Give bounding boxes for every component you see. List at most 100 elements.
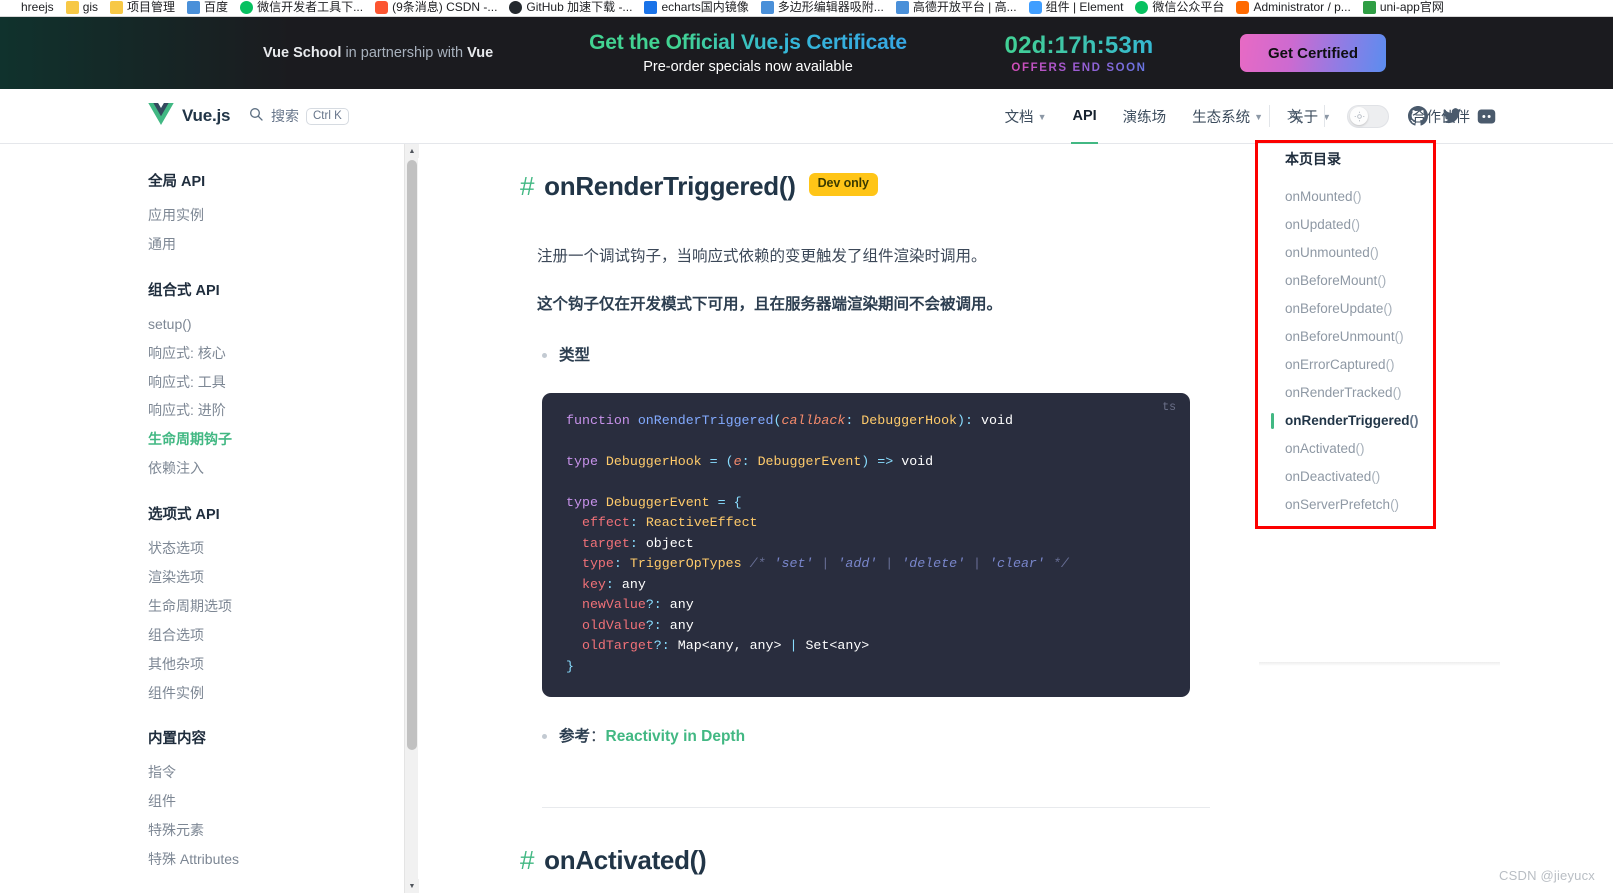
sidebar-scrollbar[interactable]: ▲ ▼	[404, 144, 419, 893]
bookmark-label: (9条消息) CSDN -...	[392, 0, 498, 14]
sidebar-item-components[interactable]: 组件	[148, 787, 403, 816]
scroll-up-arrow-icon[interactable]: ▲	[405, 144, 419, 158]
bookmark-label: 微信公众平台	[1152, 0, 1225, 14]
nav-item-docs[interactable]: 文档 ▼	[992, 89, 1060, 144]
uniapp-icon	[1362, 1, 1376, 14]
sidebar-item-dependency-injection[interactable]: 依赖注入	[148, 454, 403, 483]
gitlab-icon	[1236, 1, 1250, 14]
bookmark-item[interactable]: 组件 | Element	[1028, 0, 1123, 16]
code-content: function onRenderTriggered(callback: Deb…	[566, 412, 1069, 674]
toc-item-onerrorcaptured[interactable]: onErrorCaptured()	[1285, 350, 1491, 378]
type-label: 类型	[559, 346, 591, 364]
sidebar-item-composition-options[interactable]: 组合选项	[148, 621, 403, 650]
brand-logo-link[interactable]: Vue.js	[148, 102, 231, 130]
anchor-hash-icon[interactable]: #	[520, 845, 534, 876]
code-language-label: ts	[1162, 400, 1176, 414]
nav-item-label: 演练场	[1122, 109, 1167, 126]
bookmark-item[interactable]: 高德开放平台 | 高...	[895, 0, 1017, 16]
sidebar-item-reactivity-core[interactable]: 响应式: 核心	[148, 339, 403, 368]
see-also-list: 参考：Reactivity in Depth	[520, 723, 1194, 751]
github-icon[interactable]	[1401, 99, 1435, 133]
sidebar-item-reactivity-advanced[interactable]: 响应式: 进阶	[148, 396, 403, 425]
sidebar-item-reactivity-utils[interactable]: 响应式: 工具	[148, 368, 403, 397]
bookmark-item[interactable]: 多边形编辑器吸附...	[760, 0, 884, 16]
promo-banner[interactable]: Vue School in partnership with Vue Get t…	[0, 17, 1613, 89]
sidebar-item-app-instance[interactable]: 应用实例	[148, 201, 403, 230]
folder-icon	[65, 1, 79, 14]
bookmark-item[interactable]: GitHub 加速下载 -...	[509, 0, 632, 16]
sidebar-group: 内置内容 指令 组件 特殊元素 特殊 Attributes	[148, 727, 403, 874]
scroll-down-arrow-icon[interactable]: ▼	[405, 879, 419, 893]
scrollbar-thumb[interactable]	[407, 160, 417, 750]
nav-item-api[interactable]: API	[1059, 89, 1109, 144]
get-certified-button[interactable]: Get Certified	[1240, 34, 1386, 72]
sidebar-item-misc-options[interactable]: 其他杂项	[148, 650, 403, 679]
next-section-title-text: onActivated()	[544, 845, 707, 876]
bookmark-item[interactable]: 微信公众平台	[1135, 0, 1224, 16]
browser-bookmark-bar[interactable]: hreejs gis 项目管理 百度 微信开发者工具下... (9条消息) CS…	[0, 0, 1613, 17]
bookmark-label: 项目管理	[127, 0, 176, 14]
discord-icon[interactable]	[1469, 99, 1503, 133]
brand-name: Vue.js	[182, 106, 231, 125]
sidebar-item-lifecycle-hooks[interactable]: 生命周期钩子	[148, 425, 403, 454]
sidebar-item-directives[interactable]: 指令	[148, 758, 403, 787]
toc-item-ondeactivated[interactable]: onDeactivated()	[1285, 462, 1491, 490]
dev-only-badge: Dev only	[808, 172, 878, 196]
toc-title: 本页目录	[1285, 151, 1341, 167]
svg-text:A: A	[1296, 116, 1302, 125]
sidebar-item-general[interactable]: 通用	[148, 230, 403, 259]
wechat-icon	[240, 1, 254, 14]
bookmark-label: Administrator / p...	[1253, 0, 1351, 14]
code-block[interactable]: ts function onRenderTriggered(callback: …	[542, 392, 1190, 698]
promo-subtitle: Pre-order specials now available	[643, 59, 853, 75]
bookmark-item[interactable]: 微信开发者工具下...	[240, 0, 363, 16]
sidebar-item-state-options[interactable]: 状态选项	[148, 534, 403, 563]
bookmark-item[interactable]: 百度	[187, 0, 228, 16]
main-content: # onRenderTriggered() Dev only 注册一个调试钩子，…	[419, 144, 1254, 893]
sidebar-item-render-options[interactable]: 渲染选项	[148, 563, 403, 592]
see-also-label: 参考	[559, 728, 591, 746]
bookmark-item[interactable]: (9条消息) CSDN -...	[375, 0, 497, 16]
countdown-caption: OFFERS END SOON	[994, 62, 1164, 74]
toc-item-onbeforeunmount[interactable]: onBeforeUnmount()	[1285, 322, 1491, 350]
bookmark-item[interactable]: uni-app官网	[1362, 0, 1444, 16]
toc-item-onmounted[interactable]: onMounted()	[1285, 182, 1491, 210]
sidebar-group-title: 组合式 API	[148, 282, 220, 299]
sidebar-item-special-elements[interactable]: 特殊元素	[148, 816, 403, 845]
amap-icon	[895, 1, 909, 14]
sidebar-item-special-attributes[interactable]: 特殊 Attributes	[148, 845, 403, 874]
twitter-icon[interactable]	[1435, 99, 1469, 133]
toc-item-onactivated[interactable]: onActivated()	[1285, 434, 1491, 462]
anchor-hash-icon[interactable]: #	[520, 170, 534, 203]
bookmark-label: uni-app官网	[1379, 0, 1444, 14]
sidebar-item-lifecycle-options[interactable]: 生命周期选项	[148, 592, 403, 621]
theme-toggle-knob	[1350, 107, 1368, 125]
countdown-value: 02d:17h:53m	[994, 32, 1164, 60]
theme-toggle-switch[interactable]	[1347, 104, 1389, 128]
toc-item-onunmounted[interactable]: onUnmounted()	[1285, 238, 1491, 266]
toc-item-onserverprefetch[interactable]: onServerPrefetch()	[1285, 490, 1491, 518]
bookmark-item[interactable]: 项目管理	[110, 0, 175, 16]
toc-item-onbeforeupdate[interactable]: onBeforeUpdate()	[1285, 294, 1491, 322]
promo-message: Get the Official Vue.js Certificate Pre-…	[586, 31, 910, 75]
sidebar-item-setup[interactable]: setup()	[148, 310, 403, 339]
nav-item-playground[interactable]: 演练场	[1110, 89, 1180, 144]
translate-icon[interactable]: 文A	[1280, 99, 1314, 133]
toc-item-onrendertriggered[interactable]: onRenderTriggered()	[1271, 406, 1491, 434]
promo-partnership-text: Vue School in partnership with Vue	[263, 45, 493, 61]
sidebar-item-component-instance[interactable]: 组件实例	[148, 679, 403, 708]
table-of-contents: 本页目录 onMounted() onUpdated() onUnmounted…	[1259, 144, 1491, 893]
sidebar-group: 选项式 API 状态选项 渲染选项 生命周期选项 组合选项 其他杂项 组件实例	[148, 503, 403, 707]
bookmark-item[interactable]: echarts国内镜像	[644, 0, 749, 16]
page-title-text: onRenderTriggered()	[544, 171, 796, 201]
search-button[interactable]: 搜索 Ctrl K	[248, 106, 349, 127]
toc-item-onbeforemount[interactable]: onBeforeMount()	[1285, 266, 1491, 294]
toc-item-onrendertracked[interactable]: onRenderTracked()	[1285, 378, 1491, 406]
bookmark-item[interactable]: Administrator / p...	[1236, 0, 1351, 16]
promo-partner-brand: Vue	[467, 45, 494, 61]
see-also-link[interactable]: Reactivity in Depth	[606, 728, 746, 745]
nav-divider	[1269, 105, 1270, 127]
bookmark-item[interactable]: hreejs	[4, 0, 54, 16]
toc-item-onupdated[interactable]: onUpdated()	[1285, 210, 1491, 238]
bookmark-item[interactable]: gis	[65, 0, 98, 16]
